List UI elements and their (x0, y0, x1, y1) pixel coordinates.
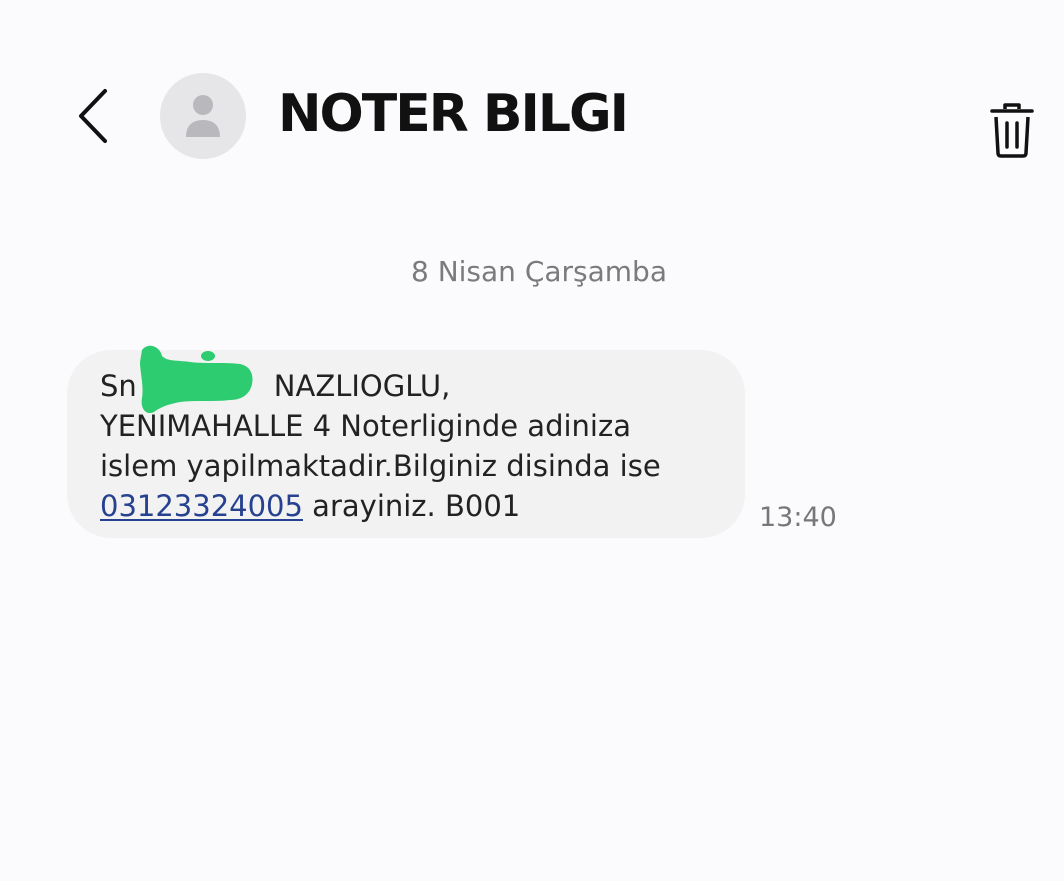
chevron-left-icon (79, 89, 107, 143)
contact-avatar[interactable] (160, 73, 246, 159)
date-separator: 8 Nisan Çarşamba (410, 255, 667, 288)
back-button[interactable] (64, 80, 120, 152)
message-line-4: 03123324005 arayiniz. B001 (100, 486, 725, 526)
message-text-salutation: Sn (100, 369, 137, 403)
delete-button[interactable] (982, 98, 1042, 162)
message-text-closing: arayiniz. B001 (302, 489, 521, 523)
person-icon (186, 95, 220, 137)
contact-name[interactable]: NOTER BILGI (278, 82, 629, 146)
message-text-surname: NAZLIOGLU, (273, 369, 451, 403)
message-line-2: YENIMAHALLE 4 Noterliginde adiniza (100, 409, 631, 443)
message-line-3: islem yapilmaktadir.Bilginiz disinda ise (100, 449, 661, 483)
phone-number-link[interactable]: 03123324005 (100, 489, 303, 523)
message-bubble[interactable]: Sn NAZLIOGLU, YENIMAHALLE 4 Noterliginde … (67, 350, 745, 538)
conversation-screen: NOTER BILGI 8 Nisan Çarşamba Sn NAZLIOGLU… (0, 0, 1064, 881)
message-line-1: Sn NAZLIOGLU, (100, 366, 725, 406)
message-timestamp: 13:40 (759, 502, 837, 533)
trash-icon (990, 103, 1034, 158)
